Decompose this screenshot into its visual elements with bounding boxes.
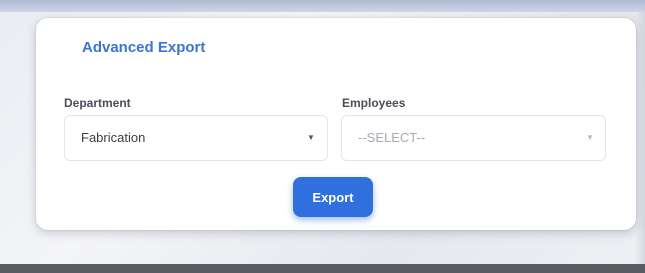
chevron-down-icon: ▼	[307, 133, 315, 142]
department-label: Department	[64, 96, 131, 110]
right-edge-shade	[635, 12, 645, 264]
export-button[interactable]: Export	[293, 177, 373, 217]
advanced-export-panel: Advanced Export Department Employees Fab…	[36, 18, 636, 230]
bottom-bar	[0, 264, 645, 273]
panel-title: Advanced Export	[82, 39, 206, 56]
chevron-down-icon: ▼	[586, 133, 594, 142]
employees-select[interactable]: --SELECT-- ▼	[341, 115, 606, 161]
top-window-strip	[0, 0, 645, 12]
department-selected-value: Fabrication	[81, 130, 146, 145]
employees-label: Employees	[342, 96, 406, 110]
department-select[interactable]: Fabrication ▼	[64, 115, 328, 161]
employees-placeholder: --SELECT--	[358, 130, 426, 145]
